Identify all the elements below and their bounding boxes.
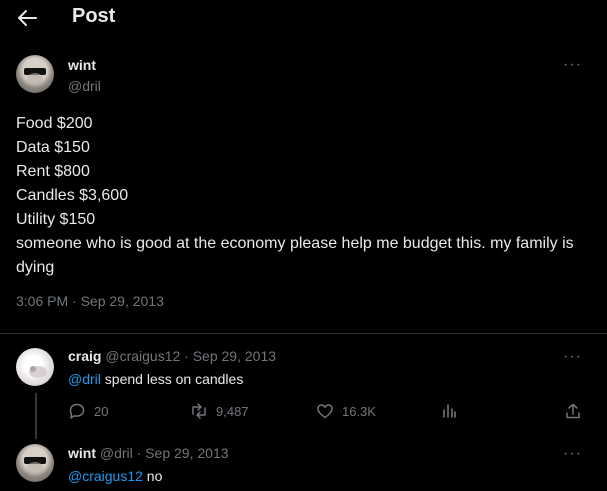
more-dots-icon[interactable]: ···	[563, 57, 582, 73]
repost-count: 9,487	[216, 403, 249, 419]
post-text: Food $200 Data $150 Rent $800 Candles $3…	[16, 112, 591, 280]
avatar[interactable]	[16, 55, 54, 93]
post-message: someone who is good at the economy pleas…	[16, 235, 579, 276]
reply-message: no	[142, 468, 163, 484]
header: Post	[0, 0, 607, 36]
post-timestamp[interactable]: 3:06 PM · Sep 29, 2013	[16, 293, 164, 309]
reply-message: spend less on candles	[100, 371, 244, 387]
analytics-icon	[443, 404, 456, 418]
reply-text: @craigus12 no	[68, 468, 162, 484]
share-button[interactable]	[564, 402, 590, 420]
author-name[interactable]: wint	[68, 57, 96, 73]
mention-link[interactable]: @craigus12	[68, 468, 143, 484]
repost-icon	[192, 403, 206, 419]
avatar[interactable]	[16, 444, 54, 482]
reply-text: @dril spend less on candles	[68, 371, 243, 387]
like-count: 16.3K	[342, 403, 376, 419]
like-button[interactable]: 16.3K	[316, 402, 376, 420]
reply-date[interactable]: · Sep 29, 2013	[184, 348, 276, 364]
budget-line: Candles $3,600	[16, 187, 129, 204]
budget-line: Utility $150	[16, 211, 96, 228]
reply-author-handle[interactable]: @dril	[100, 445, 133, 461]
views-button[interactable]	[440, 402, 466, 420]
budget-line: Rent $800	[16, 163, 90, 180]
reply-header: craig @craigus12 · Sep 29, 2013	[68, 348, 276, 364]
mention-link[interactable]: @dril	[68, 371, 101, 387]
arrow-left-icon[interactable]	[16, 8, 38, 28]
comment-icon	[69, 403, 85, 419]
more-dots-icon[interactable]: ···	[563, 446, 582, 462]
avatar[interactable]	[16, 348, 54, 386]
reply-header: wint @dril · Sep 29, 2013	[68, 445, 229, 461]
repost-button[interactable]: 9,487	[190, 402, 249, 420]
budget-line: Food $200	[16, 115, 93, 132]
more-dots-icon[interactable]: ···	[563, 349, 582, 365]
share-icon	[566, 403, 580, 419]
reply-count: 20	[94, 403, 109, 419]
reply-date[interactable]: · Sep 29, 2013	[137, 445, 229, 461]
author-handle[interactable]: @dril	[68, 78, 101, 94]
budget-line: Data $150	[16, 139, 90, 156]
reply-author-handle[interactable]: @craigus12	[105, 348, 180, 364]
heart-icon	[317, 404, 333, 419]
divider	[0, 333, 607, 334]
thread-line	[35, 393, 37, 439]
page-title: Post	[72, 5, 116, 27]
reply-author-name[interactable]: craig	[68, 348, 101, 364]
reply-author-name[interactable]: wint	[68, 445, 96, 461]
reply-button[interactable]: 20	[68, 402, 108, 420]
